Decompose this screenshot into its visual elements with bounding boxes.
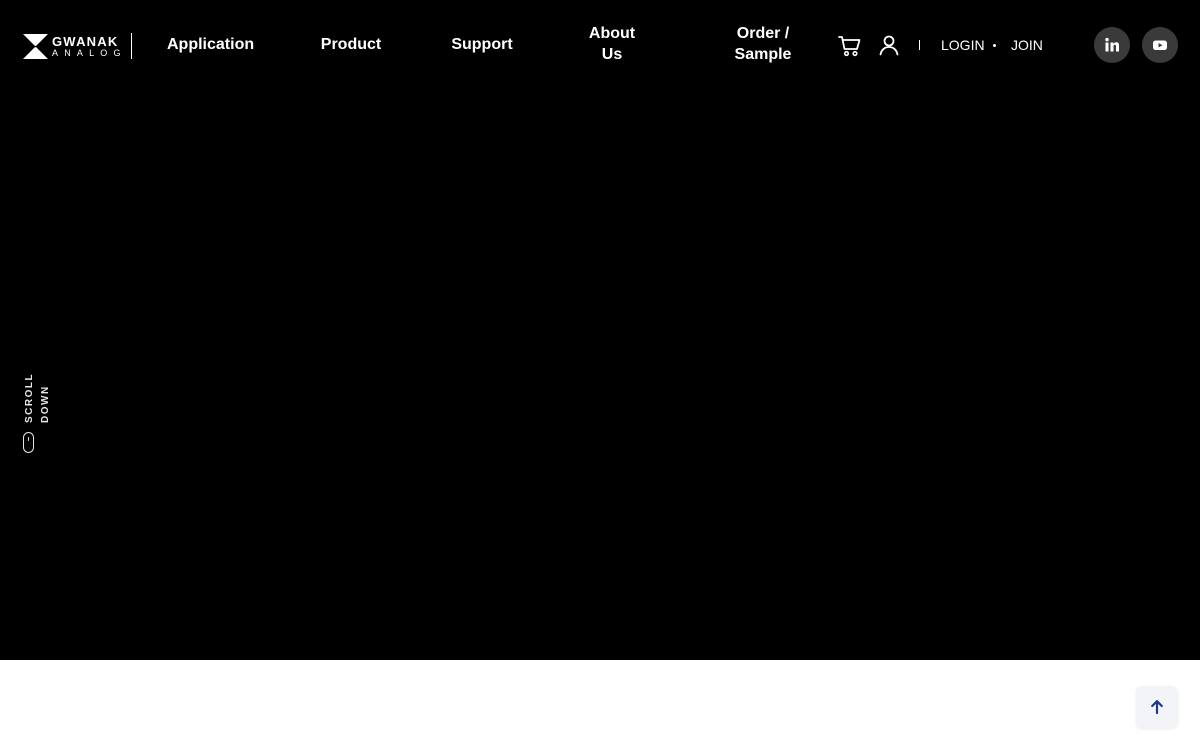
back-to-top-button[interactable] [1136, 686, 1178, 728]
scroll-down-indicator[interactable]: SCROLL DOWN [22, 335, 51, 457]
cart-icon[interactable] [838, 34, 862, 58]
logo-name-bottom: ANALOG [52, 47, 127, 58]
nav-support-label: Support [451, 36, 513, 53]
mouse-wheel [27, 437, 29, 441]
auth-dot-separator [993, 44, 996, 47]
youtube-button[interactable] [1142, 27, 1178, 63]
nav-order-line2: Sample [734, 46, 792, 63]
site-header: GWANAK ANALOG Application Product Suppor… [0, 0, 1200, 90]
scroll-down-label: SCROLL DOWN [24, 373, 51, 423]
login-link[interactable]: LOGIN [941, 37, 985, 53]
linkedin-icon [1105, 37, 1119, 52]
nav-product-label: Product [320, 36, 382, 53]
nav-about-line2: Us [601, 46, 623, 63]
nav-support[interactable]: Support [449, 34, 515, 55]
arrow-up-icon [1151, 700, 1163, 715]
nav-application[interactable]: Application [167, 34, 255, 55]
user-icon[interactable] [878, 34, 900, 56]
nav-about-us[interactable]: About Us [582, 23, 642, 65]
logo-name-top: GWANAK [52, 33, 119, 49]
join-link[interactable]: JOIN [1011, 37, 1043, 53]
site-logo[interactable]: GWANAK ANALOG [23, 33, 133, 59]
header-separator [919, 40, 920, 50]
logo-divider [130, 33, 133, 59]
logo-wordmark: GWANAK ANALOG [52, 34, 127, 59]
nav-order-sample[interactable]: Order / Sample [728, 23, 798, 65]
nav-application-label: Application [167, 36, 255, 53]
logo-mark-icon [23, 33, 48, 59]
linkedin-button[interactable] [1094, 27, 1130, 63]
nav-about-line1: About [588, 25, 636, 42]
youtube-icon [1153, 40, 1167, 50]
nav-product[interactable]: Product [318, 34, 384, 55]
nav-order-line1: Order / [736, 25, 790, 42]
mouse-icon [23, 432, 34, 453]
hero-section [0, 0, 1200, 660]
